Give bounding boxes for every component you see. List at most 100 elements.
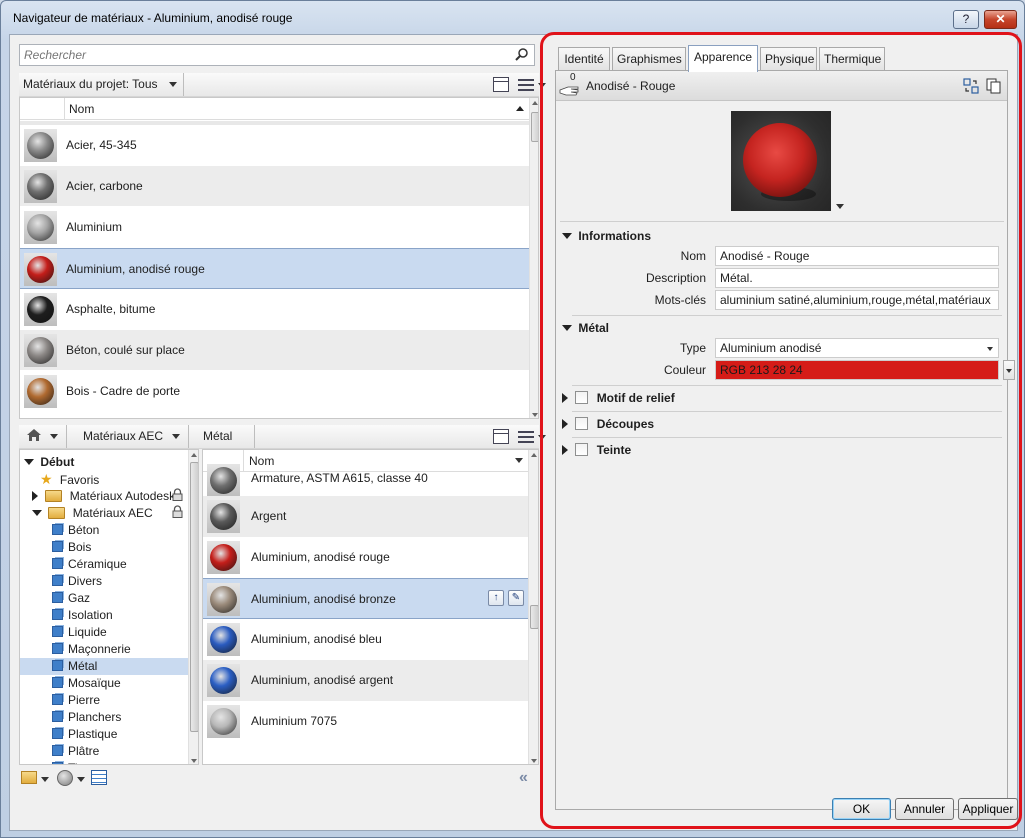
tree-category-item[interactable]: Plâtre: [52, 743, 99, 760]
tree-category-item[interactable]: Planchers: [52, 709, 121, 726]
collapse-panel-icon[interactable]: «: [519, 769, 528, 787]
list-options-icon[interactable]: [518, 77, 534, 92]
name-field[interactable]: Anodisé - Rouge: [715, 246, 999, 266]
duplicate-asset-icon[interactable]: [986, 78, 1002, 94]
tree-category-item[interactable]: Tissu: [52, 760, 96, 764]
ok-button[interactable]: OK: [832, 798, 891, 820]
library-home-button[interactable]: [19, 425, 67, 448]
tree-category-item[interactable]: Pierre: [52, 692, 100, 709]
help-button[interactable]: ?: [953, 10, 979, 29]
project-list-scrollbar[interactable]: [529, 98, 538, 418]
project-material-row[interactable]: Acier, 45-345: [20, 125, 530, 166]
tree-category-item[interactable]: Bois: [52, 539, 91, 556]
list-options-icon[interactable]: [518, 429, 534, 444]
tree-category-item[interactable]: Métal: [20, 658, 188, 675]
library-material-row[interactable]: Aluminium 7075: [203, 701, 529, 742]
tab-graphics[interactable]: Graphismes: [612, 47, 686, 71]
library-folder-menu-icon[interactable]: [21, 771, 37, 784]
library-material-row[interactable]: Aluminium, anodisé bronze ↑ ✎: [203, 578, 529, 619]
section-metal[interactable]: Métal: [562, 317, 1002, 339]
project-material-row[interactable]: Asphalte, bitume: [20, 289, 530, 330]
tab-physical[interactable]: Physique: [760, 47, 817, 71]
apply-button[interactable]: Appliquer: [958, 798, 1018, 820]
section-tint[interactable]: Teinte: [562, 439, 1002, 461]
material-swatch: [24, 375, 57, 408]
chevron-down-icon[interactable]: [538, 435, 546, 440]
search-box[interactable]: [19, 44, 535, 66]
library-material-row[interactable]: Aluminium, anodisé bleu: [203, 619, 529, 660]
breadcrumb-metal[interactable]: Métal: [199, 425, 255, 448]
chevron-down-icon[interactable]: [538, 83, 546, 88]
section-cutouts[interactable]: Découpes: [562, 413, 1002, 435]
chevron-down-icon[interactable]: [41, 777, 49, 782]
tree-favorites[interactable]: ★ Favoris: [40, 471, 99, 488]
color-options-button[interactable]: [1003, 360, 1015, 380]
tint-checkbox[interactable]: [575, 443, 589, 456]
material-swatch: [207, 623, 240, 656]
material-swatch: [207, 464, 240, 497]
add-to-document-icon[interactable]: ↑: [488, 590, 504, 606]
appearance-preview[interactable]: [731, 111, 831, 211]
search-icon[interactable]: [514, 47, 530, 63]
project-material-row[interactable]: Bois - Cadre de porte: [20, 371, 530, 412]
tree-category-item[interactable]: Béton: [52, 522, 99, 539]
tree-category-item[interactable]: Maçonnerie: [52, 641, 131, 658]
search-input[interactable]: [24, 47, 504, 63]
relief-pattern-checkbox[interactable]: [575, 391, 589, 404]
asset-browser-icon[interactable]: [91, 770, 107, 785]
column-header-name[interactable]: Nom: [64, 98, 530, 120]
project-material-row[interactable]: Acier, carbone: [20, 166, 530, 207]
cancel-button[interactable]: Annuler: [895, 798, 954, 820]
lock-icon: [172, 505, 183, 518]
preview-options-icon[interactable]: [836, 204, 844, 209]
breadcrumb-aec-materials[interactable]: Matériaux AEC: [79, 425, 189, 448]
tree-root[interactable]: Début: [20, 454, 74, 471]
tree-library-autodesk[interactable]: Matériaux Autodesk: [32, 488, 175, 505]
type-select[interactable]: Aluminium anodisé: [715, 338, 999, 358]
section-relief-pattern[interactable]: Motif de relief: [562, 387, 1002, 409]
tree-library-aec[interactable]: Matériaux AEC: [32, 505, 153, 522]
sort-ascending-icon: [516, 106, 524, 111]
tree-category-item[interactable]: Céramique: [52, 556, 127, 573]
library-material-row[interactable]: Aluminium, anodisé rouge: [203, 537, 529, 578]
expand-icon: [562, 233, 572, 239]
section-informations[interactable]: Informations: [562, 225, 1002, 247]
material-name: Béton, coulé sur place: [66, 343, 185, 357]
library-material-row[interactable]: Armature, ASTM A615, classe 40: [203, 460, 529, 497]
dialog-client-area: Matériaux du projet: Tous Nom Acier, 45-…: [9, 34, 1018, 831]
tab-identity[interactable]: Identité: [558, 47, 610, 71]
keywords-field[interactable]: aluminium satiné,aluminium,rouge,métal,m…: [715, 290, 999, 310]
category-icon: [52, 575, 63, 586]
material-name: Argent: [251, 509, 287, 523]
library-material-row[interactable]: Argent: [203, 496, 529, 537]
cutouts-checkbox[interactable]: [575, 417, 589, 430]
library-material-row[interactable]: Aluminium, anodisé argent: [203, 660, 529, 701]
color-field[interactable]: RGB 213 28 24: [715, 360, 999, 380]
project-material-row[interactable]: Aluminium, anodisé rouge: [20, 248, 530, 289]
project-material-row[interactable]: Béton, coulé sur place: [20, 330, 530, 371]
tree-category-item[interactable]: Liquide: [52, 624, 107, 641]
tree-category-item[interactable]: Isolation: [52, 607, 113, 624]
view-toggle-icon[interactable]: [493, 77, 509, 92]
tree-category-item[interactable]: Plastique: [52, 726, 117, 743]
chevron-down-icon[interactable]: [77, 777, 85, 782]
project-filter-dropdown[interactable]: Matériaux du projet: Tous: [19, 73, 184, 96]
project-material-row[interactable]: Aluminium: [20, 207, 530, 248]
material-swatch: [24, 334, 57, 367]
tree-category-item[interactable]: Gaz: [52, 590, 90, 607]
category-icon: [52, 592, 63, 603]
category-icon: [52, 609, 63, 620]
library-list-scrollbar[interactable]: [528, 450, 538, 764]
description-field[interactable]: Métal.: [715, 268, 999, 288]
tree-category-item[interactable]: Mosaïque: [52, 675, 121, 692]
close-button[interactable]: ✕: [984, 10, 1017, 29]
replace-asset-icon[interactable]: [963, 78, 979, 94]
tree-category-item[interactable]: Divers: [52, 573, 102, 590]
view-toggle-icon[interactable]: [493, 429, 509, 444]
tab-appearance[interactable]: Apparence: [688, 45, 758, 72]
tab-thermal[interactable]: Thermique: [819, 47, 885, 71]
category-icon: [52, 643, 63, 654]
tree-scrollbar[interactable]: [188, 450, 198, 764]
edit-material-icon[interactable]: ✎: [508, 590, 524, 606]
create-material-icon[interactable]: [57, 770, 73, 786]
